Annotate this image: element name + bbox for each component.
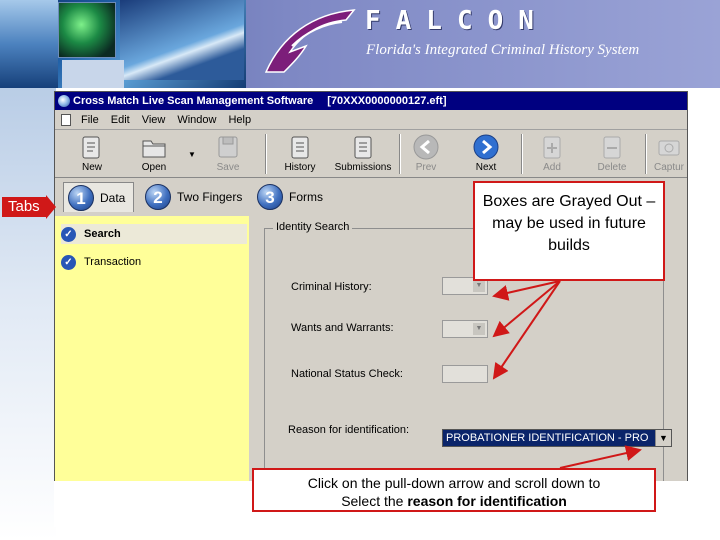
nav-item-transaction[interactable]: ✓ Transaction (61, 252, 141, 272)
window-title: Cross Match Live Scan Management Softwar… (73, 95, 314, 107)
menu-file[interactable]: File (75, 110, 105, 129)
tabs-callout: Tabs (2, 195, 56, 219)
delete-label: Delete (597, 162, 627, 173)
reason-label: Reason for identification: (288, 424, 410, 436)
banner-collage-image (0, 0, 246, 88)
tab-two-fingers[interactable]: 2 Two Fingers (145, 182, 242, 212)
menu-bar: File Edit View Window Help (55, 110, 687, 130)
tab-forms-label: Forms (289, 190, 323, 204)
window-file-name: [70XXX0000000127.eft] (327, 95, 447, 107)
nav-item-label: Transaction (84, 256, 142, 268)
toolbar-separator (645, 134, 647, 174)
pulldown-callout: Click on the pull-down arrow and scroll … (252, 468, 656, 512)
arrow-right-icon (46, 195, 56, 219)
menu-edit[interactable]: Edit (105, 110, 136, 129)
capture-label: Captur (653, 162, 684, 173)
falcon-logo-icon (264, 9, 356, 73)
live-scan-window: Cross Match Live Scan Management Softwar… (54, 91, 688, 527)
arrow-right-icon (473, 134, 499, 160)
criminal-history-label: Criminal History: (291, 281, 372, 293)
new-button[interactable]: New (63, 133, 121, 175)
chevron-down-icon[interactable]: ▼ (655, 430, 671, 446)
tab-data[interactable]: 1 Data (63, 182, 135, 212)
history-label: History (284, 162, 316, 173)
toolbar-separator (265, 134, 267, 174)
toolbar: New Open ▼ Save History Submissions Prev… (55, 130, 687, 178)
tab-forms[interactable]: 3 Forms (257, 182, 323, 212)
history-document-icon (291, 136, 309, 159)
open-dropdown-arrow-icon[interactable]: ▼ (188, 150, 196, 159)
tabs-callout-label: Tabs (2, 197, 46, 217)
new-document-icon (82, 136, 100, 159)
floppy-disk-icon (218, 136, 238, 158)
pulldown-callout-bold: reason for identification (407, 493, 567, 509)
falcon-banner: FALCON Florida's Integrated Criminal His… (0, 0, 720, 88)
arrow-left-icon (413, 134, 439, 160)
wants-warrants-label: Wants and Warrants: (291, 322, 394, 334)
submissions-label: Submissions (334, 162, 392, 173)
wants-warrants-select[interactable]: ▼ (442, 320, 488, 338)
camera-icon (658, 140, 680, 156)
nav-item-label: Search (84, 228, 121, 240)
document-icon[interactable] (61, 114, 71, 126)
add-button[interactable]: Add (523, 133, 581, 175)
checkmark-icon: ✓ (61, 226, 76, 242)
menu-window[interactable]: Window (171, 110, 222, 129)
identity-search-title: Identity Search (273, 221, 353, 233)
next-button[interactable]: Next (457, 133, 515, 175)
checkmark-icon: ✓ (61, 254, 76, 270)
reason-select[interactable]: PROBATIONER IDENTIFICATION - PRO ▼ (442, 429, 672, 447)
next-label: Next (475, 162, 497, 173)
delete-button[interactable]: Delete (583, 133, 641, 175)
banner-title: FALCON (365, 6, 549, 36)
tab-data-label: Data (100, 190, 126, 205)
history-button[interactable]: History (271, 133, 329, 175)
menu-view[interactable]: View (136, 110, 172, 129)
app-globe-icon (58, 95, 70, 107)
pulldown-callout-prefix: Select the (341, 493, 404, 509)
tab-two-fingers-label: Two Fingers (177, 190, 243, 204)
tab-number-2: 2 (145, 184, 171, 210)
nav-item-search[interactable]: ✓ Search (61, 224, 247, 244)
submissions-button[interactable]: Submissions (331, 133, 395, 175)
national-status-field[interactable] (442, 365, 488, 383)
capture-button[interactable]: Captur (649, 133, 687, 175)
save-label: Save (216, 162, 240, 173)
tab-number-3: 3 (257, 184, 283, 210)
add-document-icon (543, 136, 561, 159)
national-status-label: National Status Check: (291, 368, 403, 380)
folder-open-icon (142, 140, 166, 158)
chevron-down-icon[interactable]: ▼ (473, 323, 485, 335)
save-button[interactable]: Save (199, 133, 257, 175)
submissions-document-icon (354, 136, 372, 159)
pulldown-callout-line1: Click on the pull-down arrow and scroll … (307, 475, 601, 491)
open-label: Open (141, 162, 167, 173)
new-label: New (81, 162, 102, 173)
banner-subtitle: Florida's Integrated Criminal History Sy… (366, 42, 640, 58)
prev-button[interactable]: Prev (397, 133, 455, 175)
add-label: Add (543, 162, 561, 173)
prev-label: Prev (415, 162, 437, 173)
tab-number-1: 1 (68, 184, 94, 211)
chevron-down-icon[interactable]: ▼ (473, 280, 485, 292)
delete-document-icon (603, 136, 621, 159)
left-decor-band (0, 88, 56, 540)
menu-help[interactable]: Help (222, 110, 257, 129)
grayed-boxes-callout: Boxes are Grayed Out – may be used in fu… (473, 181, 665, 281)
reason-select-value: PROBATIONER IDENTIFICATION - PRO (446, 432, 649, 444)
open-button[interactable]: Open (125, 133, 183, 175)
window-titlebar[interactable]: Cross Match Live Scan Management Softwar… (55, 92, 687, 110)
